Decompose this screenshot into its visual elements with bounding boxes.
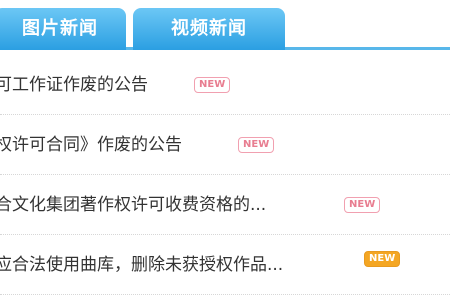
news-list: 可工作证作废的公告 NEW 权许可合同》作废的公告 NEW 合文化集团著作权许可… bbox=[0, 55, 450, 295]
list-item: 应合法使用曲库，删除未获授权作品... NEW bbox=[0, 235, 450, 295]
news-title-link[interactable]: 合文化集团著作权许可收费资格的... bbox=[0, 194, 266, 216]
new-badge: NEW bbox=[344, 197, 381, 213]
new-badge: NEW bbox=[194, 77, 231, 93]
news-title-link[interactable]: 可工作证作废的公告 bbox=[0, 74, 148, 96]
news-tab-bar: 图片新闻 视频新闻 bbox=[0, 0, 450, 50]
news-title-link[interactable]: 权许可合同》作废的公告 bbox=[0, 134, 182, 156]
news-widget: 图片新闻 视频新闻 可工作证作废的公告 NEW 权许可合同》作废的公告 NEW … bbox=[0, 0, 450, 300]
list-item: 合文化集团著作权许可收费资格的... NEW bbox=[0, 175, 450, 235]
new-badge: NEW bbox=[364, 251, 401, 267]
list-item: 可工作证作废的公告 NEW bbox=[0, 55, 450, 115]
new-badge: NEW bbox=[238, 137, 275, 153]
list-item: 权许可合同》作废的公告 NEW bbox=[0, 115, 450, 175]
news-title-link[interactable]: 应合法使用曲库，删除未获授权作品... bbox=[0, 254, 283, 276]
tab-video-news[interactable]: 视频新闻 bbox=[133, 8, 285, 50]
tab-picture-news[interactable]: 图片新闻 bbox=[0, 8, 126, 50]
